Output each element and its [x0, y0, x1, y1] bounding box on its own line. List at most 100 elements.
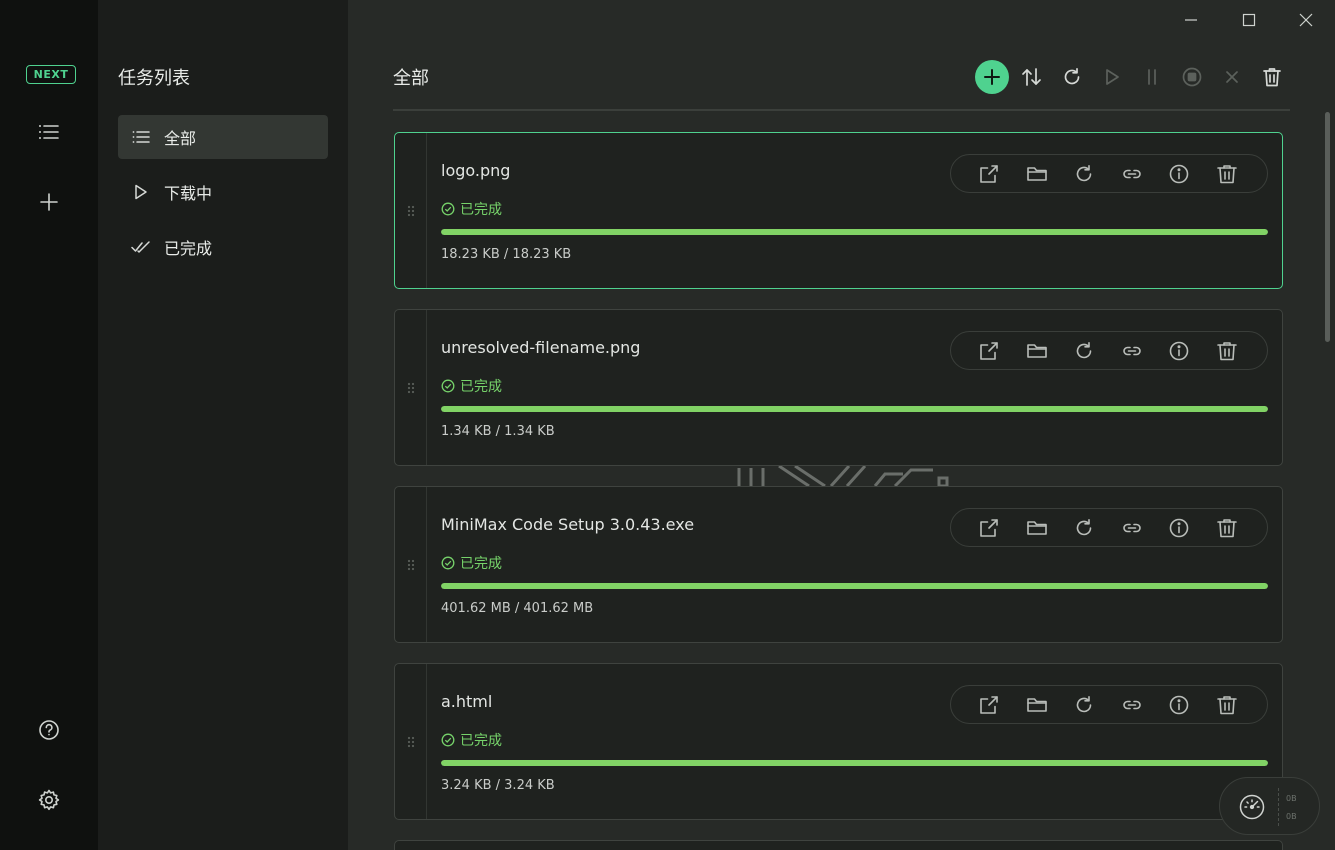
delete-task-button[interactable]	[1215, 694, 1239, 716]
plus-icon	[40, 193, 58, 211]
task-card[interactable]: a.html 已完成 3.24 KB / 3.24 KB	[394, 663, 1283, 820]
trash-icon	[1217, 342, 1237, 361]
open-file-button[interactable]	[977, 163, 1001, 185]
sidebar-item-label: 已完成	[164, 239, 213, 258]
scrollbar[interactable]	[1325, 112, 1330, 342]
drag-handle[interactable]	[395, 310, 427, 465]
task-card[interactable]: unresolved-filename.png 已完成 1.34 KB / 1.…	[394, 309, 1283, 466]
sidebar-item-all[interactable]: 全部	[118, 115, 328, 159]
task-card[interactable]: logo.png 已完成 18.23 KB / 18.23 KB	[394, 132, 1283, 289]
speed-widget[interactable]: 0B 0B	[1219, 777, 1320, 835]
open-folder-button[interactable]	[1025, 694, 1049, 716]
task-size: 1.34 KB / 1.34 KB	[441, 424, 555, 439]
check-circle-icon	[441, 379, 455, 393]
background-watermark	[737, 464, 949, 486]
task-actions	[950, 331, 1268, 370]
delete-task-button[interactable]	[1215, 517, 1239, 539]
speedometer-icon	[1238, 793, 1266, 825]
status-badge: 已完成	[441, 553, 502, 573]
trash-icon	[1217, 165, 1237, 184]
delete-all-button[interactable]	[1255, 60, 1289, 94]
list-icon	[118, 130, 164, 144]
retry-button[interactable]	[1072, 163, 1096, 185]
play-outline-icon	[118, 184, 164, 200]
task-card-partial[interactable]	[394, 840, 1283, 850]
header-divider	[393, 109, 1290, 111]
list-icon	[39, 125, 59, 139]
info-button[interactable]	[1167, 340, 1191, 362]
sidebar-item-label: 下载中	[164, 184, 213, 203]
check-circle-icon	[441, 202, 455, 216]
download-speed: 0B	[1286, 812, 1297, 821]
rail-add-button[interactable]	[33, 186, 65, 218]
stop-all-button[interactable]	[1175, 60, 1209, 94]
copy-link-button[interactable]	[1120, 340, 1144, 362]
pause-all-button[interactable]	[1135, 60, 1169, 94]
open-file-button[interactable]	[977, 694, 1001, 716]
maximize-button[interactable]	[1226, 6, 1272, 34]
info-button[interactable]	[1167, 163, 1191, 185]
progress-bar	[441, 229, 1268, 235]
folder-icon	[1027, 521, 1047, 535]
drag-grip-icon	[407, 736, 414, 747]
task-size: 401.62 MB / 401.62 MB	[441, 601, 594, 616]
play-icon	[1106, 69, 1119, 85]
drag-handle[interactable]	[395, 487, 427, 642]
sidebar-item-completed[interactable]: 已完成	[118, 225, 328, 269]
retry-button[interactable]	[1072, 694, 1096, 716]
status-badge: 已完成	[441, 730, 502, 750]
drag-grip-icon	[407, 382, 414, 393]
drag-handle[interactable]	[395, 664, 427, 819]
sort-button[interactable]	[1015, 60, 1049, 94]
task-filename: unresolved-filename.png	[441, 338, 641, 357]
open-folder-button[interactable]	[1025, 340, 1049, 362]
retry-button[interactable]	[1072, 340, 1096, 362]
status-badge: 已完成	[441, 376, 502, 396]
retry-icon	[1076, 165, 1092, 182]
drag-grip-icon	[407, 205, 414, 216]
open-folder-button[interactable]	[1025, 163, 1049, 185]
sidebar: 任务列表 全部 下载中 已完成	[98, 0, 348, 850]
task-card[interactable]: MiniMax Code Setup 3.0.43.exe 已完成 401.62…	[394, 486, 1283, 643]
folder-icon	[1027, 344, 1047, 358]
close-window-button[interactable]	[1283, 6, 1329, 34]
app-logo: NEXT	[26, 65, 76, 84]
task-filename: a.html	[441, 692, 493, 711]
copy-link-button[interactable]	[1120, 694, 1144, 716]
delete-task-button[interactable]	[1215, 163, 1239, 185]
progress-fill	[441, 229, 1268, 235]
retry-button[interactable]	[1072, 517, 1096, 539]
close-icon	[1299, 13, 1313, 27]
open-file-button[interactable]	[977, 517, 1001, 539]
minimize-button[interactable]	[1168, 6, 1214, 34]
drag-handle[interactable]	[395, 133, 427, 288]
open-external-icon	[980, 342, 998, 360]
copy-link-button[interactable]	[1120, 163, 1144, 185]
gear-icon	[38, 789, 60, 811]
open-folder-button[interactable]	[1025, 517, 1049, 539]
add-task-button[interactable]	[975, 60, 1009, 94]
sidebar-item-downloading[interactable]: 下载中	[118, 170, 328, 214]
info-button[interactable]	[1167, 517, 1191, 539]
open-file-button[interactable]	[977, 340, 1001, 362]
speed-separator	[1278, 788, 1279, 826]
link-icon	[1123, 346, 1141, 356]
start-all-button[interactable]	[1095, 60, 1129, 94]
info-icon	[1169, 341, 1189, 361]
delete-task-button[interactable]	[1215, 340, 1239, 362]
info-button[interactable]	[1167, 694, 1191, 716]
copy-link-button[interactable]	[1120, 517, 1144, 539]
task-actions	[950, 154, 1268, 193]
maximize-icon	[1242, 13, 1256, 27]
sidebar-item-label: 全部	[164, 129, 197, 148]
stop-icon	[1182, 67, 1202, 87]
rail-tasks-button[interactable]	[33, 116, 65, 148]
status-text: 已完成	[460, 202, 502, 218]
progress-fill	[441, 760, 1268, 766]
rail-help-button[interactable]	[33, 714, 65, 746]
rail-settings-button[interactable]	[33, 784, 65, 816]
refresh-button[interactable]	[1055, 60, 1089, 94]
cancel-all-button[interactable]	[1215, 60, 1249, 94]
drag-grip-icon	[407, 559, 414, 570]
link-icon	[1123, 523, 1141, 533]
